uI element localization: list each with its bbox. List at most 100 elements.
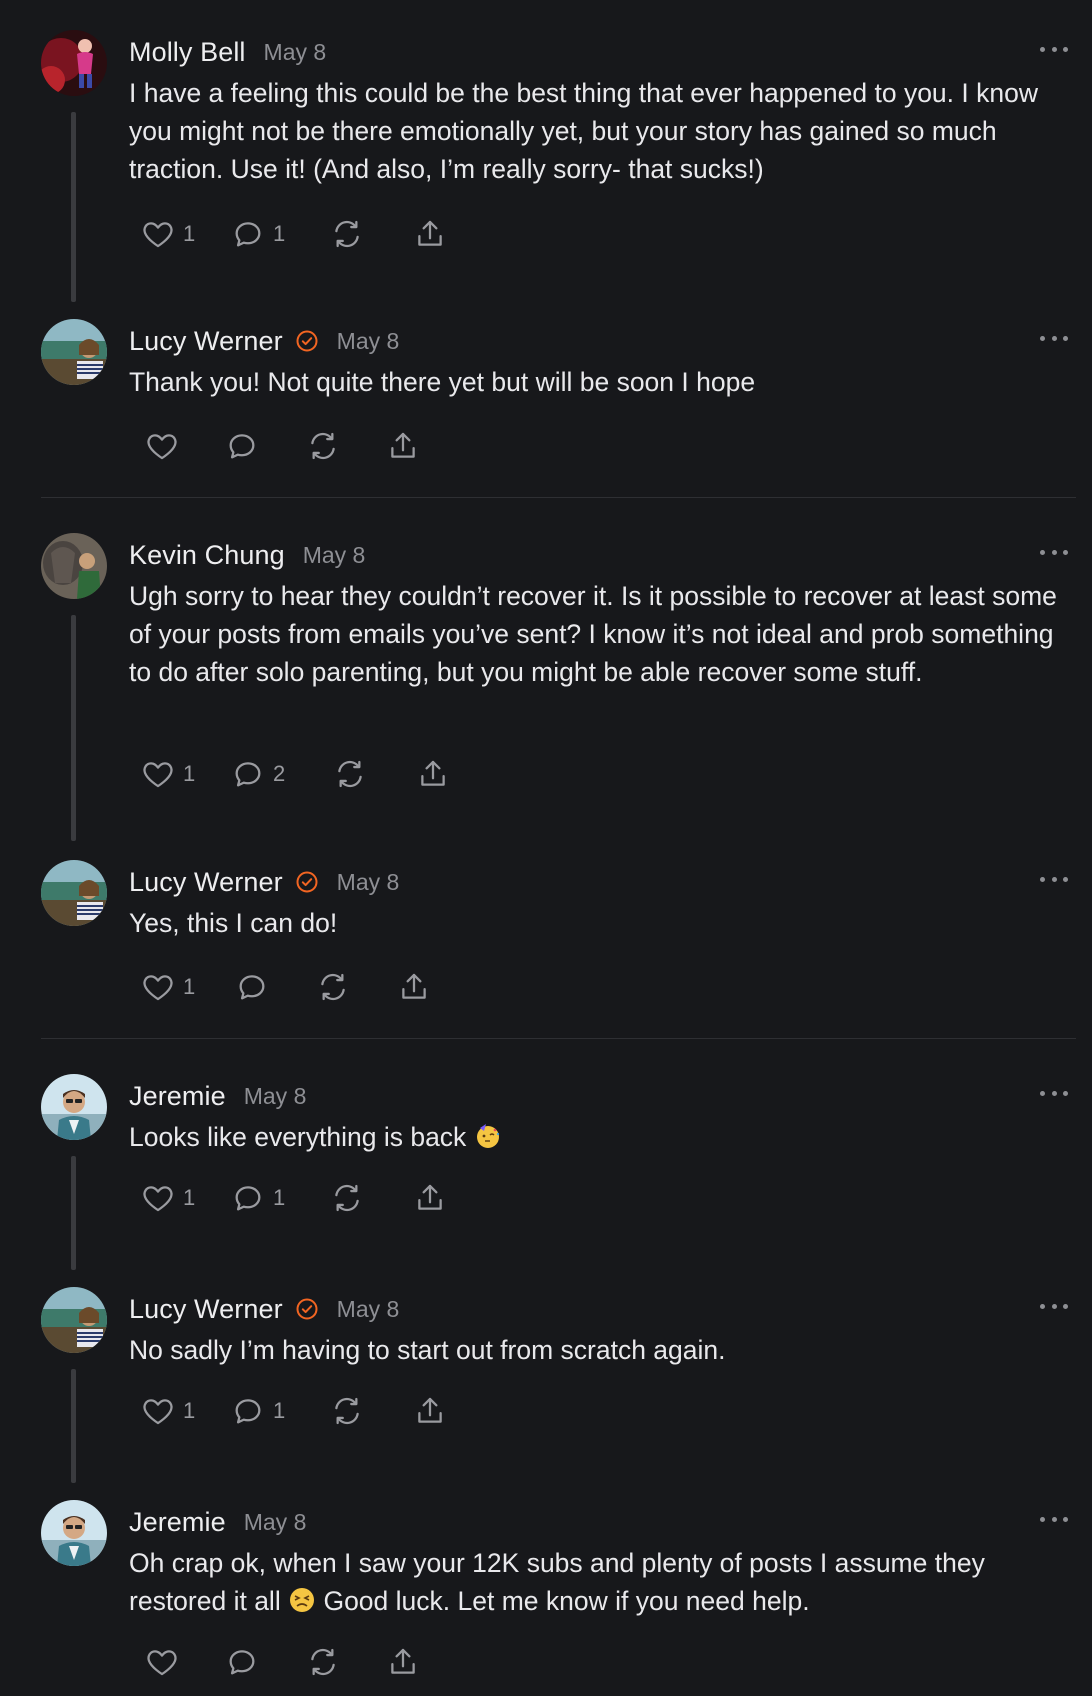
restack-button[interactable] xyxy=(330,214,364,254)
restack-button[interactable] xyxy=(306,426,340,466)
restack-icon xyxy=(330,1394,364,1428)
reply-button[interactable]: 2 xyxy=(231,754,285,794)
reply-button[interactable]: 1 xyxy=(231,214,285,254)
more-options-icon[interactable] xyxy=(1040,1512,1068,1526)
like-count: 1 xyxy=(183,974,196,999)
more-options-icon[interactable] xyxy=(1040,42,1068,56)
comment-icon xyxy=(225,429,259,463)
comment-header: Kevin Chung May 8 xyxy=(129,537,365,573)
comment-date[interactable]: May 8 xyxy=(244,1509,307,1536)
comment-date[interactable]: May 8 xyxy=(337,869,400,896)
share-button[interactable] xyxy=(397,967,431,1007)
share-button[interactable] xyxy=(416,754,450,794)
restack-button[interactable] xyxy=(330,1178,364,1218)
like-button[interactable]: 1 xyxy=(141,967,195,1007)
reply-button[interactable]: 1 xyxy=(231,1391,285,1431)
comment-text-content: Looks like everything is back xyxy=(129,1122,467,1152)
restack-button[interactable] xyxy=(330,1391,364,1431)
share-button[interactable] xyxy=(386,1642,420,1682)
comment-date[interactable]: May 8 xyxy=(337,328,400,355)
author-name[interactable]: Molly Bell xyxy=(129,37,246,68)
author-name[interactable]: Lucy Werner xyxy=(129,867,283,898)
comment-date[interactable]: May 8 xyxy=(337,1296,400,1323)
restack-icon xyxy=(330,217,364,251)
share-button[interactable] xyxy=(413,214,447,254)
avatar[interactable] xyxy=(41,30,107,96)
heart-icon xyxy=(141,757,175,791)
like-button[interactable]: 1 xyxy=(141,1391,195,1431)
like-button[interactable]: 1 xyxy=(141,754,195,794)
comment-text: Ugh sorry to hear they couldn’t recover … xyxy=(129,581,1057,687)
thread-line xyxy=(71,112,76,302)
comment-header: Lucy Werner May 8 xyxy=(129,1291,399,1327)
comment-header: Lucy Werner May 8 xyxy=(129,323,399,359)
comment-icon xyxy=(231,1394,265,1428)
author-name[interactable]: Jeremie xyxy=(129,1507,226,1538)
more-options-icon[interactable] xyxy=(1040,872,1068,886)
author-name[interactable]: Kevin Chung xyxy=(129,540,285,571)
reply-button[interactable] xyxy=(225,1642,259,1682)
comment-header: Jeremie May 8 xyxy=(129,1078,306,1114)
comment-date[interactable]: May 8 xyxy=(244,1083,307,1110)
reply-count: 1 xyxy=(273,1398,286,1423)
more-options-icon[interactable] xyxy=(1040,1086,1068,1100)
comment-text: Thank you! Not quite there yet but will … xyxy=(129,367,756,397)
heart-icon xyxy=(141,970,175,1004)
author-name[interactable]: Jeremie xyxy=(129,1081,226,1112)
comment-icon xyxy=(231,757,265,791)
like-count: 1 xyxy=(183,1185,196,1210)
share-button[interactable] xyxy=(413,1391,447,1431)
thread-line xyxy=(71,1369,76,1483)
avatar[interactable] xyxy=(41,1500,107,1566)
more-options-icon[interactable] xyxy=(1040,1299,1068,1313)
author-name[interactable]: Lucy Werner xyxy=(129,1294,283,1325)
comment-header: Lucy Werner May 8 xyxy=(129,864,399,900)
share-button[interactable] xyxy=(386,426,420,466)
thread-line xyxy=(71,1156,76,1270)
restack-button[interactable] xyxy=(316,967,350,1007)
share-icon xyxy=(397,970,431,1004)
persevering-face-icon xyxy=(288,1586,316,1614)
comment-text: Looks like everything is back xyxy=(129,1118,1069,1156)
author-name[interactable]: Lucy Werner xyxy=(129,326,283,357)
like-button[interactable]: 1 xyxy=(141,1178,195,1218)
like-button[interactable] xyxy=(145,1642,179,1682)
restack-icon xyxy=(333,757,367,791)
avatar[interactable] xyxy=(41,860,107,926)
comment-icon xyxy=(231,1181,265,1215)
restack-button[interactable] xyxy=(306,1642,340,1682)
like-button[interactable]: 1 xyxy=(141,214,195,254)
share-icon xyxy=(413,1181,447,1215)
like-count: 1 xyxy=(183,761,196,786)
restack-icon xyxy=(306,1645,340,1679)
restack-icon xyxy=(306,429,340,463)
comment-header: Molly Bell May 8 xyxy=(129,34,326,70)
partying-face-icon xyxy=(474,1122,502,1150)
avatar[interactable] xyxy=(41,319,107,385)
avatar[interactable] xyxy=(41,533,107,599)
restack-icon xyxy=(316,970,350,1004)
reply-button[interactable] xyxy=(235,967,269,1007)
reply-button[interactable] xyxy=(225,426,259,466)
thread-divider xyxy=(41,1038,1076,1039)
share-icon xyxy=(386,429,420,463)
heart-icon xyxy=(141,1394,175,1428)
heart-icon xyxy=(141,1181,175,1215)
comment-date[interactable]: May 8 xyxy=(303,542,366,569)
comment-date[interactable]: May 8 xyxy=(264,39,327,66)
avatar[interactable] xyxy=(41,1074,107,1140)
heart-icon xyxy=(145,429,179,463)
comment-icon xyxy=(235,970,269,1004)
reply-button[interactable]: 1 xyxy=(231,1178,285,1218)
more-options-icon[interactable] xyxy=(1040,331,1068,345)
more-options-icon[interactable] xyxy=(1040,545,1068,559)
reply-count: 1 xyxy=(273,1185,286,1210)
comment-text: Oh crap ok, when I saw your 12K subs and… xyxy=(129,1544,1069,1620)
share-icon xyxy=(386,1645,420,1679)
reply-count: 2 xyxy=(273,761,286,786)
restack-button[interactable] xyxy=(333,754,367,794)
share-icon xyxy=(413,1394,447,1428)
avatar[interactable] xyxy=(41,1287,107,1353)
like-button[interactable] xyxy=(145,426,179,466)
share-button[interactable] xyxy=(413,1178,447,1218)
